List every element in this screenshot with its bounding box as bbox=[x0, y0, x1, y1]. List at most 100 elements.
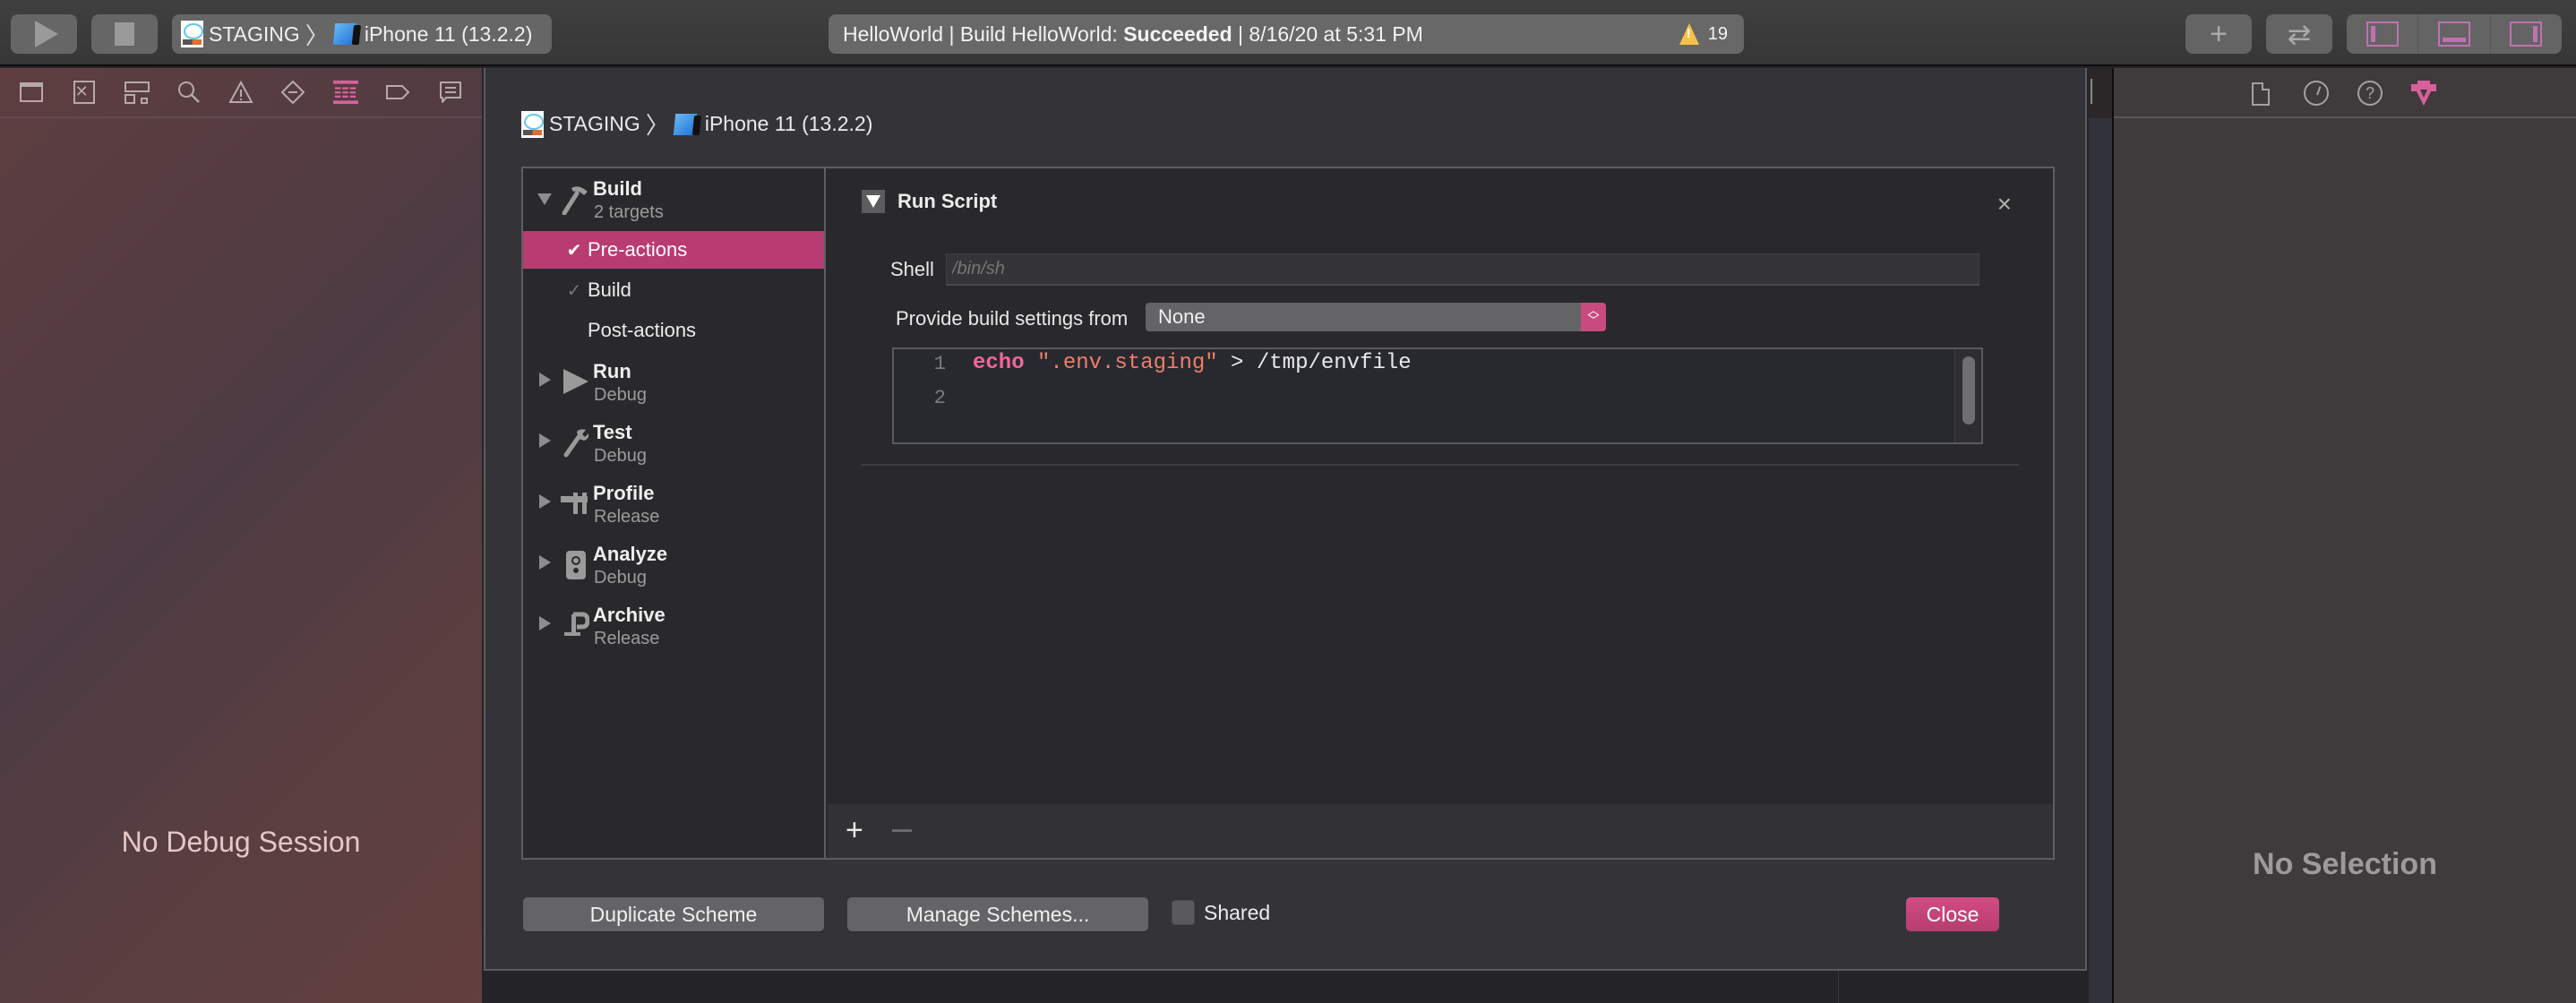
toolbar: STAGING 〉 iPhone 11 (13.2.2) HelloWorld … bbox=[0, 0, 2576, 66]
warning-icon[interactable] bbox=[1679, 23, 1699, 45]
pre-actions-content: Run Script × Shell Provide build setting… bbox=[828, 168, 2053, 858]
device-icon bbox=[673, 113, 698, 135]
breadcrumb-destination[interactable]: iPhone 11 (13.2.2) bbox=[705, 112, 873, 136]
navigator-panel: ✕ No Debug Session bbox=[0, 68, 482, 1003]
disclosure-triangle-icon[interactable] bbox=[862, 190, 885, 213]
disclosure-triangle-icon[interactable] bbox=[539, 494, 551, 509]
folder-icon[interactable] bbox=[19, 80, 44, 105]
scrollbar-thumb[interactable] bbox=[1962, 356, 1975, 424]
app-icon bbox=[181, 21, 203, 47]
wrench-icon bbox=[561, 426, 589, 459]
panel-bottom-icon bbox=[2437, 21, 2470, 47]
sidebar-group-run[interactable]: Run Debug bbox=[523, 353, 824, 412]
scheme-editor-sheet: STAGING 〉 iPhone 11 (13.2.2) Build 2 tar… bbox=[484, 68, 2087, 971]
checkbox[interactable] bbox=[1172, 900, 1195, 925]
add-action-button[interactable]: + bbox=[846, 813, 863, 848]
sidebar-group-profile[interactable]: Profile Release bbox=[523, 475, 824, 534]
split-divider[interactable] bbox=[2089, 68, 2112, 1003]
up-down-chevron-icon: ︿ ﹀ bbox=[1581, 303, 1606, 331]
status-result: Succeeded bbox=[1123, 21, 1232, 46]
build-settings-select[interactable]: None ︿ ﹀ bbox=[1146, 303, 1606, 331]
toggle-navigator-button[interactable] bbox=[2347, 14, 2419, 54]
sidebar-group-archive[interactable]: Archive Release bbox=[523, 596, 824, 656]
swap-arrows-icon: ⇄ bbox=[2287, 18, 2312, 50]
warning-icon[interactable] bbox=[228, 80, 253, 105]
editor-area-background bbox=[484, 971, 2087, 1003]
duplicate-scheme-button[interactable]: Duplicate Scheme bbox=[523, 897, 824, 931]
disclosure-triangle-icon[interactable] bbox=[539, 433, 551, 448]
run-script-title: Run Script bbox=[897, 190, 998, 212]
help-icon[interactable]: ? bbox=[2357, 81, 2383, 106]
attributes-icon[interactable] bbox=[2409, 81, 2438, 107]
line-number: 1 bbox=[933, 353, 946, 375]
analyze-icon bbox=[561, 548, 589, 580]
scheme-selector[interactable]: STAGING 〉 iPhone 11 (13.2.2) bbox=[172, 14, 552, 54]
sidebar-right-icon bbox=[2510, 21, 2543, 47]
manage-schemes-button[interactable]: Manage Schemes... bbox=[847, 897, 1148, 931]
library-button[interactable]: + bbox=[2185, 14, 2252, 54]
plus-icon: + bbox=[2210, 16, 2228, 51]
disclosure-triangle-icon[interactable] bbox=[539, 555, 551, 570]
code-line[interactable]: echo ".env.staging" > /tmp/envfile bbox=[973, 351, 1412, 375]
file-icon[interactable] bbox=[2252, 82, 2270, 106]
shell-label: Shell bbox=[890, 258, 934, 280]
build-settings-value: None bbox=[1158, 305, 1206, 328]
toggle-inspector-button[interactable] bbox=[2491, 14, 2562, 54]
report-icon[interactable] bbox=[438, 80, 463, 105]
sidebar-group-build[interactable]: Build 2 targets bbox=[523, 170, 824, 229]
script-editor[interactable]: 1 echo ".env.staging" > /tmp/envfile 2 bbox=[892, 347, 1983, 444]
sidebar-item-post-actions[interactable]: Post-actions bbox=[523, 312, 824, 349]
vertical-scrollbar[interactable] bbox=[1954, 349, 1981, 442]
breadcrumb: STAGING 〉 iPhone 11 (13.2.2) bbox=[521, 107, 872, 141]
navigator-tabs: ✕ bbox=[0, 68, 482, 118]
toggle-debug-area-button[interactable] bbox=[2418, 14, 2491, 54]
disclosure-triangle-icon[interactable] bbox=[539, 373, 551, 387]
close-icon[interactable]: × bbox=[1997, 190, 2012, 219]
line-number: 2 bbox=[933, 387, 946, 409]
hierarchy-icon[interactable] bbox=[124, 81, 150, 104]
sidebar-left-icon bbox=[2366, 21, 2399, 47]
shared-checkbox[interactable]: Shared bbox=[1172, 900, 1270, 925]
empty-state-message: No Selection bbox=[2253, 847, 2437, 881]
disclosure-triangle-icon[interactable] bbox=[537, 193, 552, 205]
hammer-icon bbox=[561, 183, 589, 216]
breadcrumb-scheme[interactable]: STAGING bbox=[549, 112, 640, 136]
remove-action-button[interactable] bbox=[892, 829, 912, 832]
inspector-panel: ? No Selection bbox=[2112, 68, 2576, 1003]
test-icon[interactable] bbox=[280, 80, 305, 105]
divider bbox=[862, 464, 2019, 466]
play-icon bbox=[561, 365, 589, 398]
close-button[interactable]: Close bbox=[1906, 897, 1999, 931]
actions-footer: + bbox=[828, 804, 2053, 858]
app-icon bbox=[521, 110, 544, 138]
status-prefix: HelloWorld | Build HelloWorld: bbox=[843, 21, 1124, 46]
destination-name[interactable]: iPhone 11 (13.2.2) bbox=[365, 22, 533, 47]
chevron-right-icon: 〉 bbox=[645, 112, 669, 139]
caliper-icon bbox=[561, 487, 589, 519]
search-icon[interactable] bbox=[176, 80, 202, 105]
stop-icon bbox=[115, 22, 134, 46]
warning-count[interactable]: 19 bbox=[1708, 24, 1728, 45]
shell-input[interactable] bbox=[946, 253, 1979, 286]
code-review-button[interactable]: ⇄ bbox=[2266, 14, 2332, 54]
stop-button[interactable] bbox=[91, 14, 158, 54]
history-icon[interactable] bbox=[2304, 81, 2329, 106]
sidebar-group-analyze[interactable]: Analyze Debug bbox=[523, 536, 824, 595]
archive-icon bbox=[561, 609, 590, 641]
empty-state-message: No Debug Session bbox=[121, 826, 361, 858]
sidebar-item-pre-actions[interactable]: ✔ Pre-actions bbox=[523, 231, 824, 269]
checkmark-icon: ✓ bbox=[566, 280, 582, 301]
source-control-icon[interactable]: ✕ bbox=[72, 80, 97, 105]
sidebar-group-test[interactable]: Test Debug bbox=[523, 414, 824, 473]
disclosure-triangle-icon[interactable] bbox=[539, 616, 551, 630]
play-icon bbox=[35, 21, 58, 47]
run-script-header: Run Script bbox=[862, 190, 997, 213]
run-button[interactable] bbox=[11, 14, 77, 54]
checkmark-icon: ✔ bbox=[566, 240, 582, 261]
breakpoint-icon[interactable] bbox=[385, 80, 410, 105]
build-settings-label: Provide build settings from bbox=[896, 307, 1129, 330]
scheme-name[interactable]: STAGING bbox=[209, 22, 300, 47]
debug-icon[interactable] bbox=[332, 80, 358, 105]
sidebar-item-build[interactable]: ✓ Build bbox=[523, 271, 824, 309]
chevron-right-icon: 〉 bbox=[305, 21, 329, 49]
